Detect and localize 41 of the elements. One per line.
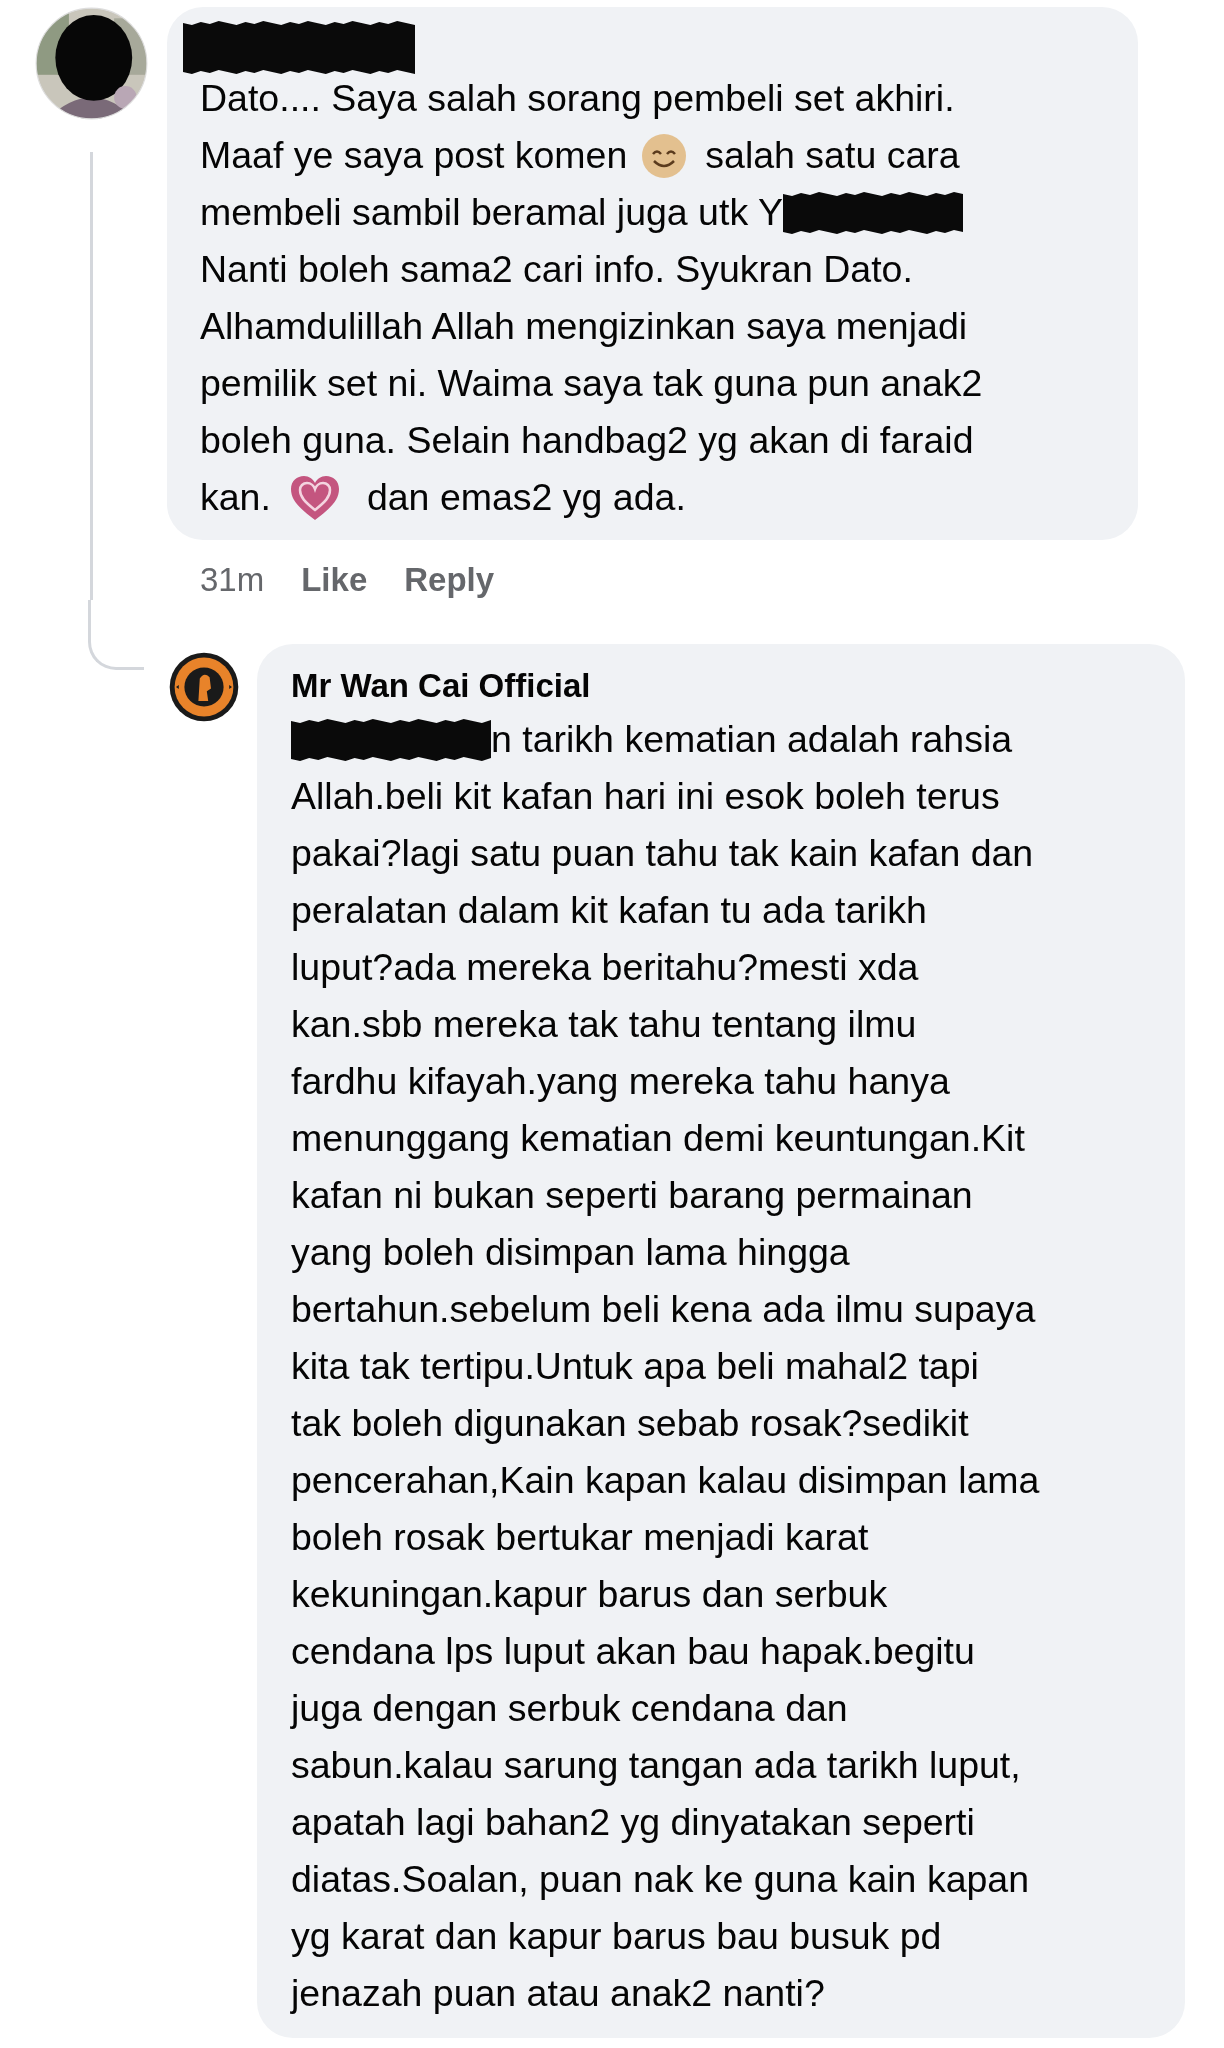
author-name[interactable]: Mr Wan Cai Official [291,664,1165,708]
logo-icon [169,652,239,722]
comment-time: 31m [200,561,265,599]
comment-text: kan.sbb mereka tak tahu tentang ilmu [291,1003,917,1046]
comment-text: kan. [200,476,271,519]
comment-text: dan emas2 yg ada. [366,476,686,519]
comment-text: boleh guna. Selain handbag2 yg akan di faraid [200,419,974,462]
comment-text: Nanti boleh sama2 cari info. Syukran Dato. [200,248,913,291]
comment-text: tak boleh digunakan sebab rosak?sedikit [291,1402,969,1445]
comment-text: yg karat dan kapur barus bau busuk pd [291,1915,942,1958]
comment-action-link[interactable]: Reply [404,561,495,599]
comment-text: pakai?lagi satu puan tahu tak kain kafan dan [291,832,1034,875]
comment-text: apatah lagi bahan2 yg dinyatakan seperti [291,1801,975,1844]
thread-curve [88,600,144,670]
comment-text: sabun.kalau sarung tangan ada tarikh luput, [291,1744,1021,1787]
comment-text: Allah.beli kit kafan hari ini esok boleh terus [291,775,1000,818]
comment-text: yang boleh disimpan lama hingga [291,1231,850,1274]
comment-text: Maaf ye saya post komen [200,134,628,177]
comment-text: kafan ni bukan seperti barang permainan [291,1174,973,1217]
comment-text: Alhamdulillah Allah mengizinkan saya menjadi [200,305,968,348]
comment-text: n tarikh kematian adalah rahsia [491,718,1013,761]
comment-text: membeli sambil beramal juga utk Y [200,191,783,234]
comment-action-link[interactable]: Like [301,561,368,599]
comment-text: menunggang kematian demi keuntungan.Kit [291,1117,1025,1160]
comment-text: salah satu cara [705,134,960,177]
comment-text: diatas.Soalan, puan nak ke guna kain kapan [291,1858,1030,1901]
comment-text: boleh rosak bertukar menjadi karat [291,1516,869,1559]
comment-text: jenazah puan atau anak2 nanti? [291,1972,825,2015]
comment-text: bertahun.sebelum beli kena ada ilmu supaya [291,1288,1036,1331]
comment-text: fardhu kifayah.yang mereka tahu hanya [291,1060,950,1103]
comment-text: kita tak tertipu.Untuk apa beli mahal2 tapi [291,1345,979,1388]
comment-text: juga dengan serbuk cendana dan [291,1687,848,1730]
smiley-icon [641,132,688,179]
comment-text: pencerahan,Kain kapan kalau disimpan lama [291,1459,1040,1502]
comment-text: cendana lps luput akan bau hapak.begitu [291,1630,975,1673]
heart-icon [288,473,341,522]
comment-text: Dato.... Saya salah sorang pembeli set akhiri. [200,77,955,120]
comment-text: pemilik set ni. Waima saya tak guna pun anak2 [200,362,983,405]
comment-text: luput?ada mereka beritahu?mesti xda [291,946,919,989]
comment-text: peralatan dalam kit kafan tu ada tarikh [291,889,927,932]
comment-text: kekuningan.kapur barus dan serbuk [291,1573,888,1616]
